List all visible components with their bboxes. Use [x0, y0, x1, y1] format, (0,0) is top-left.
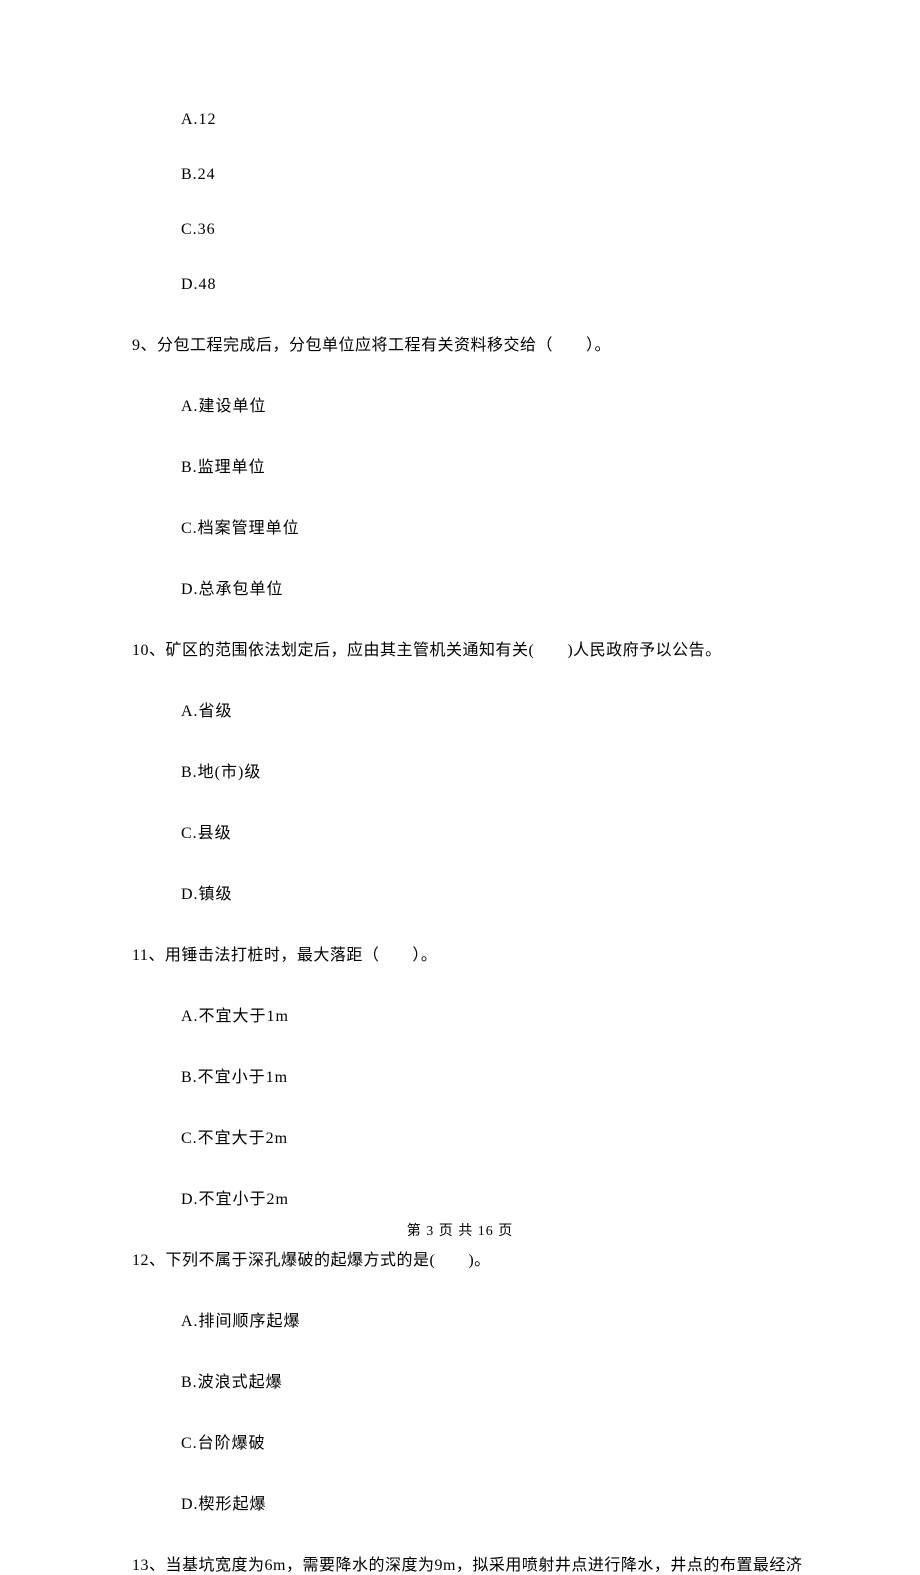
option-c: C.台阶爆破 — [181, 1429, 810, 1453]
option-a: A.排间顺序起爆 — [181, 1307, 810, 1331]
option-b: B.波浪式起爆 — [181, 1368, 810, 1392]
option-b: B.不宜小于1m — [181, 1063, 810, 1087]
question-11: 11、用锤击法打桩时，最大落距（ ）。 — [132, 941, 810, 965]
option-d: D.总承包单位 — [181, 575, 810, 599]
option-a: A.12 — [181, 111, 810, 129]
option-b: B.监理单位 — [181, 453, 810, 477]
option-d: D.48 — [181, 276, 810, 294]
option-b: B.地(市)级 — [181, 758, 810, 782]
option-a: A.不宜大于1m — [181, 1002, 810, 1026]
question-12: 12、下列不属于深孔爆破的起爆方式的是( )。 — [132, 1246, 810, 1270]
option-a: A.建设单位 — [181, 392, 810, 416]
option-c: C.档案管理单位 — [181, 514, 810, 538]
option-d: D.楔形起爆 — [181, 1490, 810, 1514]
option-c: C.36 — [181, 221, 810, 239]
question-13: 13、当基坑宽度为6m，需要降水的深度为9m，拟采用喷射井点进行降水，井点的布置… — [132, 1551, 810, 1575]
option-d: D.不宜小于2m — [181, 1185, 810, 1209]
question-10: 10、矿区的范围依法划定后，应由其主管机关通知有关( )人民政府予以公告。 — [132, 636, 810, 660]
question-9: 9、分包工程完成后，分包单位应将工程有关资料移交给（ ）。 — [132, 331, 810, 355]
page-footer: 第 3 页 共 16 页 — [0, 1220, 920, 1240]
option-b: B.24 — [181, 166, 810, 184]
option-d: D.镇级 — [181, 880, 810, 904]
option-c: C.县级 — [181, 819, 810, 843]
document-content: A.12 B.24 C.36 D.48 9、分包工程完成后，分包单位应将工程有关… — [0, 0, 920, 1575]
option-a: A.省级 — [181, 697, 810, 721]
option-c: C.不宜大于2m — [181, 1124, 810, 1148]
